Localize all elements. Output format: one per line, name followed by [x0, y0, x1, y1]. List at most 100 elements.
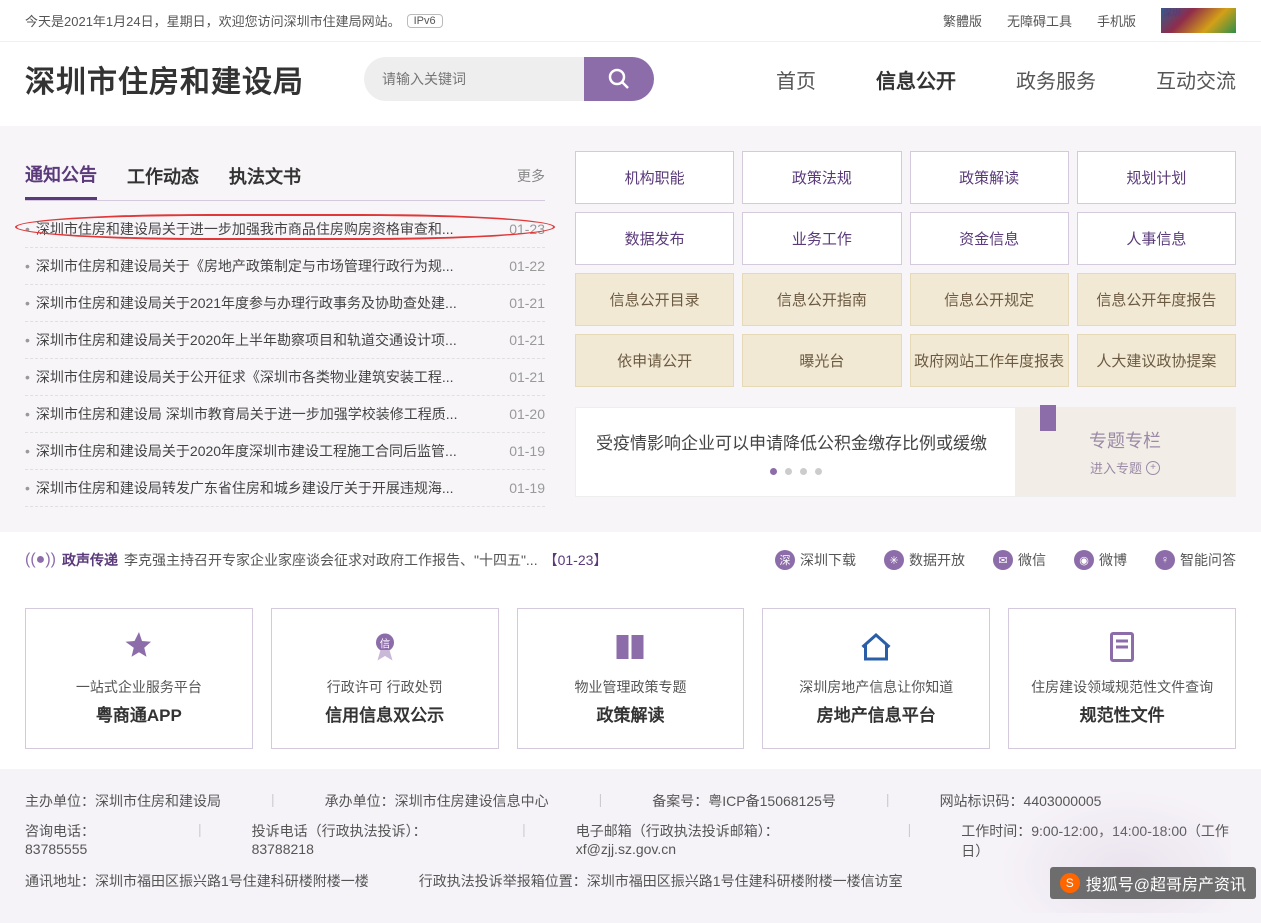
grid-button[interactable]: 政策法规 [742, 151, 901, 204]
slider-text: 受疫情影响企业可以申请降低公积金缴存比例或缓缴 [596, 429, 995, 454]
grid-button[interactable]: 人事信息 [1077, 212, 1236, 265]
card-line1: 住房建设领域规范性文件查询 [1017, 677, 1227, 697]
tabs: 通知公告 工作动态 执法文书 更多 [25, 151, 545, 201]
grid-button[interactable]: 规划计划 [1077, 151, 1236, 204]
link-mobile[interactable]: 手机版 [1097, 11, 1136, 30]
left-panel: 通知公告 工作动态 执法文书 更多 深圳市住房和建设局关于进一步加强我市商品住房… [25, 151, 545, 507]
voice-text[interactable]: 李克强主持召开专家企业家座谈会征求对政府工作报告、"十四五"... [124, 550, 538, 570]
slider-right[interactable]: 专题专栏 进入专题+ [1015, 408, 1235, 496]
search-wrap [364, 57, 654, 101]
news-date: 01-23 [509, 221, 545, 237]
news-row: 深圳市住房和建设局 深圳市教育局关于进一步加强学校装修工程质...01-20 [25, 396, 545, 433]
voice-label: 政声传递 [62, 550, 118, 570]
news-link[interactable]: 深圳市住房和建设局关于2020年上半年勘察项目和轨道交通设计项... [36, 330, 509, 350]
grid-button[interactable]: 资金信息 [910, 212, 1069, 265]
document-icon [1102, 627, 1142, 667]
tab-notice[interactable]: 通知公告 [25, 151, 97, 200]
link-data-open[interactable]: ✳数据开放 [884, 550, 965, 570]
news-row: 深圳市住房和建设局转发广东省住房和城乡建设厅关于开展违规海...01-19 [25, 470, 545, 507]
nav-interaction[interactable]: 互动交流 [1156, 65, 1236, 94]
news-link[interactable]: 深圳市住房和建设局关于2021年度参与办理行政事务及协助查处建... [36, 293, 509, 313]
grid-button[interactable]: 机构职能 [575, 151, 734, 204]
search-input[interactable] [364, 57, 584, 101]
news-row: 深圳市住房和建设局关于2020年度深圳市建设工程施工合同后监管...01-19 [25, 433, 545, 470]
star-icon [119, 627, 159, 667]
slider-title: 专题专栏 [1089, 427, 1161, 453]
nav-gov-service[interactable]: 政务服务 [1016, 65, 1096, 94]
voice-bar: ((●)) 政声传递 李克强主持召开专家企业家座谈会征求对政府工作报告、"十四五… [0, 532, 1261, 588]
card-line2: 房地产信息平台 [771, 701, 981, 726]
email: 电子邮箱（行政执法投诉邮箱）：xf@zjj.sz.gov.cn [576, 821, 858, 861]
news-row: 深圳市住房和建设局关于进一步加强我市商品住房购房资格审查和...01-23 [25, 211, 545, 248]
main-nav: 首页 信息公开 政务服务 互动交流 [776, 65, 1236, 94]
enter-topic[interactable]: 进入专题+ [1090, 458, 1160, 477]
link-traditional[interactable]: 繁體版 [943, 11, 982, 30]
link-smart-qa[interactable]: ♀智能问答 [1155, 550, 1236, 570]
news-date: 01-21 [509, 332, 545, 348]
svg-text:信: 信 [379, 638, 390, 650]
welcome-text: 今天是2021年1月24日，星期日，欢迎您访问深圳市住建局网站。 IPv6 [25, 11, 443, 30]
voice-date: 【01-23】 [544, 550, 608, 570]
search-button[interactable] [584, 57, 654, 101]
card-credit[interactable]: 信 行政许可 行政处罚 信用信息双公示 [271, 608, 499, 749]
tab-enforcement[interactable]: 执法文书 [229, 153, 301, 199]
news-link[interactable]: 深圳市住房和建设局关于《房地产政策制定与市场管理行政行为规... [36, 256, 509, 276]
card-line2: 粤商通APP [34, 701, 244, 726]
grid-button[interactable]: 曝光台 [742, 334, 901, 387]
plus-icon: + [1146, 461, 1160, 475]
grid-button[interactable]: 信息公开规定 [910, 273, 1069, 326]
button-grid: 机构职能 政策法规 政策解读 规划计划 数据发布 业务工作 资金信息 人事信息 … [575, 151, 1236, 387]
header: 深圳市住房和建设局 首页 信息公开 政务服务 互动交流 [0, 42, 1261, 126]
link-wechat[interactable]: ✉微信 [993, 550, 1046, 570]
grid-button[interactable]: 信息公开年度报告 [1077, 273, 1236, 326]
grid-button[interactable]: 政策解读 [910, 151, 1069, 204]
watermark: S 搜狐号@超哥房产资讯 [1050, 867, 1256, 899]
news-row: 深圳市住房和建设局关于公开征求《深圳市各类物业建筑安装工程...01-21 [25, 359, 545, 396]
card-real-estate[interactable]: 深圳房地产信息让你知道 房地产信息平台 [762, 608, 990, 749]
card-line1: 物业管理政策专题 [526, 677, 736, 697]
nav-home[interactable]: 首页 [776, 65, 816, 94]
medal-icon: 信 [365, 627, 405, 667]
dot[interactable] [815, 468, 822, 475]
house-icon [856, 627, 896, 667]
right-panel: 机构职能 政策法规 政策解读 规划计划 数据发布 业务工作 资金信息 人事信息 … [575, 151, 1236, 507]
link-accessibility[interactable]: 无障碍工具 [1007, 11, 1072, 30]
link-shenzhen-download[interactable]: 深深圳下载 [775, 550, 856, 570]
grid-button[interactable]: 人大建议政协提案 [1077, 334, 1236, 387]
news-link[interactable]: 深圳市住房和建设局关于公开征求《深圳市各类物业建筑安装工程... [36, 367, 509, 387]
news-link[interactable]: 深圳市住房和建设局转发广东省住房和城乡建设厅关于开展违规海... [36, 478, 509, 498]
site-title: 深圳市住房和建设局 [25, 57, 304, 101]
news-date: 01-22 [509, 258, 545, 274]
news-link[interactable]: 深圳市住房和建设局关于2020年度深圳市建设工程施工合同后监管... [36, 441, 509, 461]
welcome-msg: 今天是2021年1月24日，星期日，欢迎您访问深圳市住建局网站。 [25, 11, 401, 30]
more-link[interactable]: 更多 [517, 166, 545, 186]
voice-right: 深深圳下载 ✳数据开放 ✉微信 ◉微博 ♀智能问答 [775, 550, 1236, 570]
voice-left: ((●)) 政声传递 李克强主持召开专家企业家座谈会征求对政府工作报告、"十四五… [25, 550, 607, 570]
link-weibo[interactable]: ◉微博 [1074, 550, 1127, 570]
grid-button[interactable]: 信息公开指南 [742, 273, 901, 326]
dot[interactable] [800, 468, 807, 475]
news-row: 深圳市住房和建设局关于2021年度参与办理行政事务及协助查处建...01-21 [25, 285, 545, 322]
consult-phone: 咨询电话：83785555 [25, 821, 148, 861]
footer: 主办单位：深圳市住房和建设局| 承办单位：深圳市住房建设信息中心| 备案号：粤I… [0, 769, 1261, 923]
tab-work[interactable]: 工作动态 [127, 153, 199, 199]
grid-button[interactable]: 政府网站工作年度报表 [910, 334, 1069, 387]
dot[interactable] [785, 468, 792, 475]
grid-button[interactable]: 依申请公开 [575, 334, 734, 387]
broadcast-icon: ((●)) [25, 551, 56, 569]
slider-left: 受疫情影响企业可以申请降低公积金缴存比例或缓缴 [576, 408, 1015, 496]
news-link[interactable]: 深圳市住房和建设局 深圳市教育局关于进一步加强学校装修工程质... [36, 404, 509, 424]
news-link[interactable]: 深圳市住房和建设局关于进一步加强我市商品住房购房资格审查和... [36, 219, 509, 239]
dot[interactable] [770, 468, 777, 475]
nav-info-disclosure[interactable]: 信息公开 [876, 65, 956, 94]
grid-button[interactable]: 业务工作 [742, 212, 901, 265]
shenzhen-logo [1161, 8, 1236, 33]
card-policy[interactable]: 物业管理政策专题 政策解读 [517, 608, 745, 749]
grid-button[interactable]: 数据发布 [575, 212, 734, 265]
card-docs[interactable]: 住房建设领域规范性文件查询 规范性文件 [1008, 608, 1236, 749]
card-yst[interactable]: 一站式企业服务平台 粤商通APP [25, 608, 253, 749]
grid-button[interactable]: 信息公开目录 [575, 273, 734, 326]
download-icon: 深 [775, 550, 795, 570]
ipv6-badge: IPv6 [407, 14, 443, 28]
card-line1: 深圳房地产信息让你知道 [771, 677, 981, 697]
